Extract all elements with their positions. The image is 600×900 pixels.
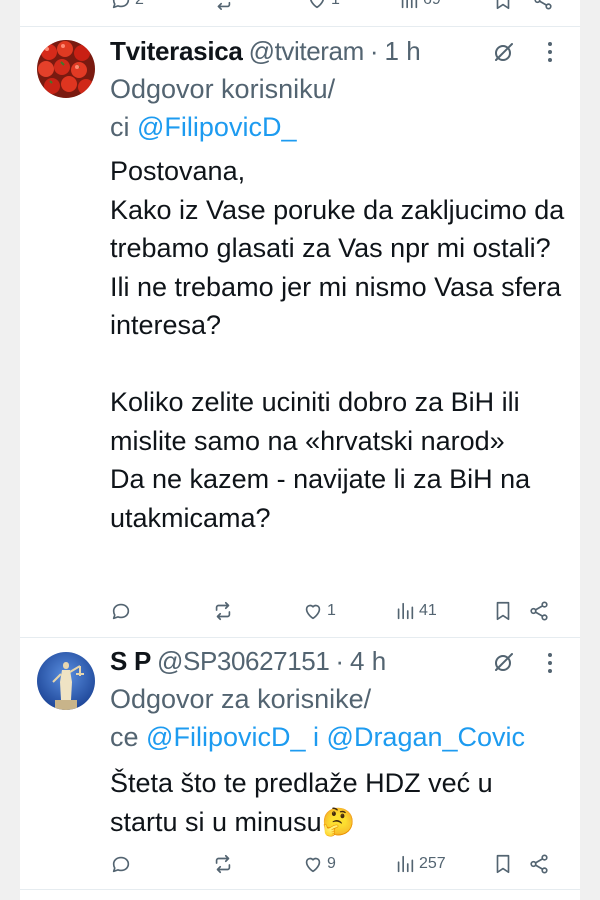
like-icon bbox=[305, 857, 321, 873]
views-button[interactable]: 257 bbox=[394, 851, 446, 877]
like-button[interactable]: 1 bbox=[302, 598, 336, 624]
like-count: 9 bbox=[327, 855, 336, 872]
like-count: 1 bbox=[331, 0, 340, 9]
tomatoes-avatar-icon bbox=[37, 40, 95, 98]
views-count: 41 bbox=[419, 602, 437, 619]
timestamp[interactable]: 4 h bbox=[350, 646, 386, 677]
grok-icon[interactable] bbox=[492, 650, 516, 674]
reply-icon bbox=[112, 603, 130, 620]
bookmark-icon bbox=[496, 854, 510, 874]
display-name[interactable]: Tviterasica bbox=[110, 36, 243, 67]
statue-avatar-icon bbox=[37, 652, 95, 710]
mention-link[interactable]: @FilipovicD_ bbox=[146, 722, 305, 752]
user-handle[interactable]: @SP30627151 bbox=[157, 646, 330, 677]
share-icon bbox=[530, 601, 548, 621]
bookmark-button[interactable] bbox=[492, 851, 514, 877]
like-icon bbox=[310, 0, 324, 9]
views-icon bbox=[397, 855, 414, 873]
tweet-actions: 9 257 bbox=[110, 851, 570, 877]
share-button[interactable] bbox=[528, 851, 550, 877]
prev-tweet-actions: 2 1 69 bbox=[110, 0, 570, 13]
views-button[interactable]: 41 bbox=[394, 598, 437, 624]
separator-dot: · bbox=[335, 646, 345, 676]
views-count: 69 bbox=[423, 0, 441, 9]
views-button[interactable]: 69 bbox=[398, 0, 441, 13]
tweet-text: Postovana, Kako iz Vase poruke da zaklju… bbox=[110, 156, 565, 533]
display-name[interactable]: S P bbox=[110, 646, 151, 677]
repost-icon bbox=[215, 601, 231, 621]
timeline: 2 1 69 bbox=[20, 0, 580, 900]
more-icon[interactable] bbox=[547, 652, 553, 674]
timestamp[interactable]: 1 h bbox=[385, 36, 421, 67]
reply-button[interactable] bbox=[110, 598, 135, 624]
divider bbox=[20, 637, 580, 638]
user-handle[interactable]: @tviteram bbox=[249, 36, 365, 67]
divider bbox=[20, 889, 580, 890]
repost-button[interactable] bbox=[212, 598, 237, 624]
reply-icon bbox=[112, 856, 130, 873]
repost-icon bbox=[215, 854, 231, 874]
share-button[interactable] bbox=[532, 0, 554, 13]
like-button[interactable]: 1 bbox=[306, 0, 340, 13]
reply-count: 2 bbox=[135, 0, 144, 9]
repost-icon bbox=[217, 1, 231, 10]
like-button[interactable]: 9 bbox=[302, 851, 336, 877]
repost-button[interactable] bbox=[212, 0, 234, 13]
mention-link[interactable]: @Dragan_Covic bbox=[327, 722, 526, 752]
bookmark-icon bbox=[496, 601, 510, 621]
repost-button[interactable] bbox=[212, 851, 237, 877]
mention-link[interactable]: @FilipovicD_ bbox=[137, 112, 296, 142]
more-icon[interactable] bbox=[547, 41, 553, 63]
share-icon bbox=[534, 0, 552, 10]
like-icon bbox=[305, 604, 321, 620]
separator-dot: · bbox=[369, 36, 379, 66]
views-icon bbox=[397, 602, 414, 620]
tweet-text: Šteta što te predlaže HDZ već u startu s… bbox=[110, 768, 493, 837]
like-count: 1 bbox=[327, 602, 336, 619]
reply-button[interactable] bbox=[110, 851, 135, 877]
reply-context: Odgovor korisniku/ ci @FilipovicD_ bbox=[110, 70, 560, 146]
grok-icon[interactable] bbox=[492, 40, 516, 64]
bookmark-button[interactable] bbox=[492, 598, 514, 624]
avatar[interactable] bbox=[37, 652, 95, 710]
reply-icon bbox=[112, 0, 130, 9]
bookmark-button[interactable] bbox=[492, 0, 514, 13]
bookmark-icon bbox=[496, 0, 510, 10]
share-button[interactable] bbox=[528, 598, 550, 624]
share-icon bbox=[530, 854, 548, 874]
views-icon bbox=[401, 0, 418, 9]
mention-joiner: i bbox=[313, 722, 320, 752]
views-count: 257 bbox=[419, 855, 446, 872]
tweet-actions: 1 41 bbox=[110, 598, 570, 624]
reply-context: Odgovor za korisnike/ ce @FilipovicD_ i … bbox=[110, 680, 560, 756]
reply-button[interactable]: 2 bbox=[110, 0, 144, 13]
avatar[interactable] bbox=[37, 40, 95, 98]
divider bbox=[20, 26, 580, 27]
